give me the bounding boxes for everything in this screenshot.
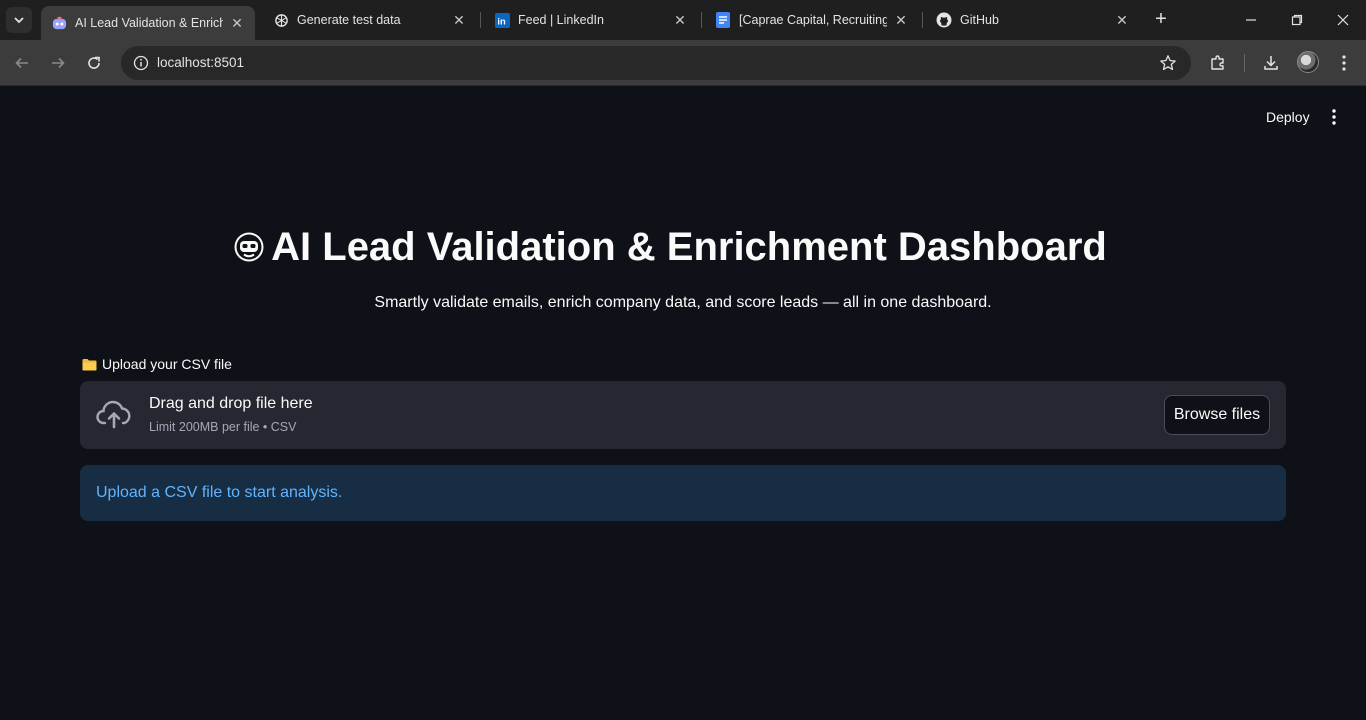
openai-icon — [273, 12, 289, 28]
browser-tab-strip: AI Lead Validation & Enrichm ✕ Generate … — [0, 0, 1366, 40]
tab-separator — [922, 12, 923, 28]
minimize-button[interactable] — [1228, 0, 1274, 40]
deploy-button[interactable]: Deploy — [1258, 105, 1318, 129]
tab-title: Feed | LinkedIn — [518, 13, 604, 27]
restore-button[interactable] — [1274, 0, 1320, 40]
docs-icon — [715, 12, 731, 28]
page-subtitle: Smartly validate emails, enrich company … — [374, 294, 992, 311]
arrow-right-icon — [52, 57, 65, 69]
tab-title: GitHub — [960, 13, 999, 27]
tab-search-button[interactable] — [6, 7, 32, 33]
info-alert: Upload a CSV file to start analysis. — [80, 465, 1286, 521]
close-icon[interactable]: ✕ — [672, 12, 688, 28]
more-vertical-icon — [1332, 109, 1336, 125]
close-icon[interactable]: ✕ — [893, 12, 909, 28]
browser-menu-button[interactable] — [1333, 52, 1355, 74]
github-icon — [936, 12, 952, 28]
browse-files-button[interactable]: Browse files — [1164, 395, 1270, 435]
extensions-button[interactable] — [1207, 52, 1229, 74]
folder-icon — [82, 358, 97, 370]
downloads-button[interactable] — [1260, 52, 1282, 74]
reload-icon — [88, 56, 100, 69]
tab-linkedin[interactable]: in Feed | LinkedIn ✕ — [484, 0, 698, 40]
tab-github[interactable]: GitHub ✕ — [926, 0, 1140, 40]
page-title: AI Lead Validation & Enrichment Dashboar… — [0, 223, 1340, 271]
browser-toolbar: localhost:8501 — [0, 40, 1366, 86]
file-dropzone[interactable]: Drag and drop file here Limit 200MB per … — [80, 381, 1286, 449]
tab-title: [Caprae Capital, Recruiting] / — [739, 13, 887, 27]
puzzle-icon — [1211, 55, 1224, 70]
reload-button[interactable] — [81, 50, 107, 76]
minimize-icon — [1246, 19, 1256, 21]
robot-emoji-icon — [234, 232, 264, 262]
page-title-text: AI Lead Validation & Enrichment Dashboar… — [271, 225, 1107, 269]
close-icon[interactable]: ✕ — [229, 15, 245, 31]
close-icon[interactable]: ✕ — [1114, 12, 1130, 28]
close-icon — [1337, 14, 1349, 26]
app-main: Deploy AI Lead Validation & Enrichment D… — [0, 87, 1366, 720]
tab-separator — [701, 12, 702, 28]
tab-title: AI Lead Validation & Enrichm — [75, 16, 223, 30]
tab-caprae-docs[interactable]: [Caprae Capital, Recruiting] / ✕ — [705, 0, 919, 40]
streamlit-icon — [51, 15, 67, 31]
linkedin-icon: in — [494, 12, 510, 28]
uploader-label: Upload your CSV file — [82, 356, 232, 372]
site-info-icon[interactable] — [133, 55, 149, 71]
chevron-down-icon — [14, 17, 24, 24]
new-tab-button[interactable]: + — [1151, 9, 1171, 30]
tab-ai-lead[interactable]: AI Lead Validation & Enrichm ✕ — [41, 6, 255, 40]
close-icon[interactable]: ✕ — [451, 12, 467, 28]
tab-generate-test-data[interactable]: Generate test data ✕ — [263, 0, 477, 40]
more-vertical-icon — [1342, 55, 1346, 71]
toolbar-divider — [1244, 54, 1245, 72]
profile-avatar[interactable] — [1297, 51, 1319, 73]
restore-icon — [1291, 14, 1303, 26]
arrow-left-icon — [15, 57, 28, 69]
close-window-button[interactable] — [1320, 0, 1366, 40]
address-bar[interactable]: localhost:8501 — [121, 46, 1191, 80]
forward-button[interactable] — [45, 50, 71, 76]
main-menu-button[interactable] — [1324, 106, 1344, 128]
uploader-label-text: Upload your CSV file — [102, 356, 232, 372]
dropzone-limit-text: Limit 200MB per file • CSV — [149, 420, 297, 434]
svg-text:in: in — [497, 16, 506, 26]
url-text[interactable]: localhost:8501 — [157, 55, 244, 70]
tab-separator — [480, 12, 481, 28]
tab-title: Generate test data — [297, 13, 401, 27]
download-icon — [1264, 56, 1278, 70]
back-button[interactable] — [9, 50, 35, 76]
dropzone-title: Drag and drop file here — [149, 395, 313, 412]
star-icon[interactable] — [1159, 54, 1177, 72]
cloud-upload-icon — [96, 400, 131, 429]
